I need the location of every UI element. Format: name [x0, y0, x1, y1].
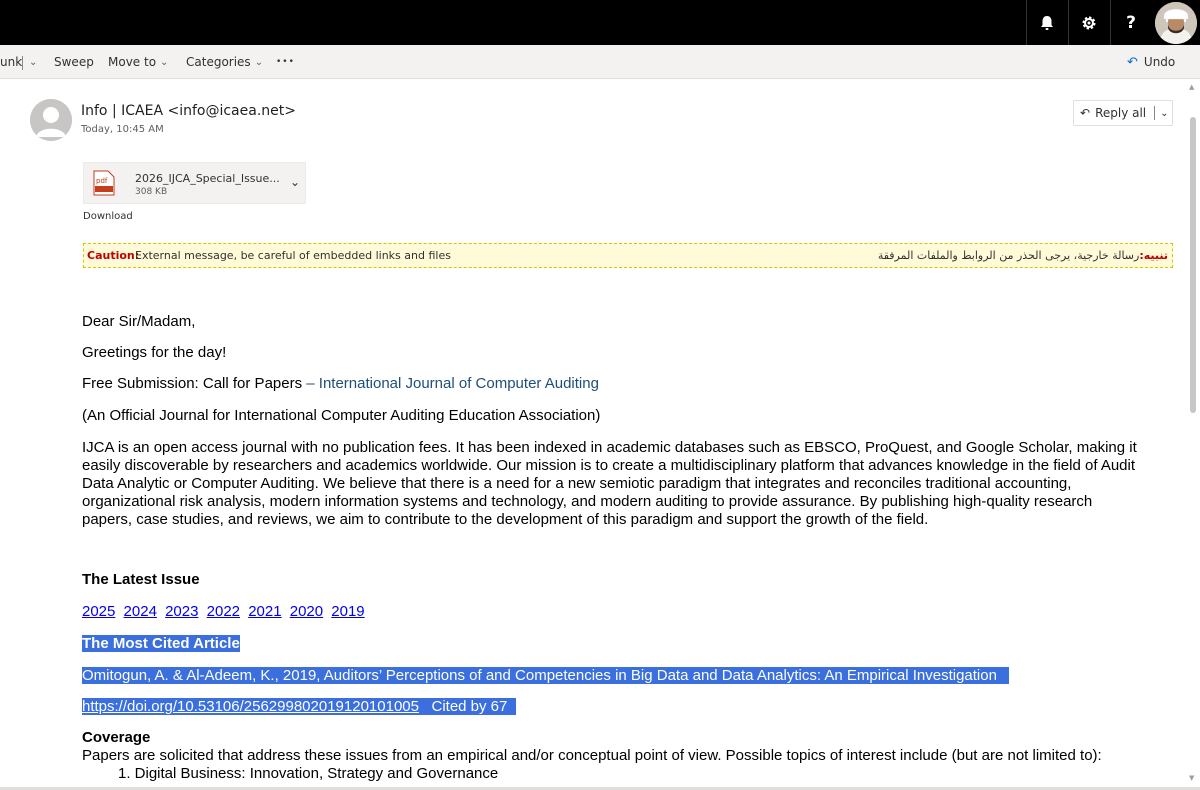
- year-link-2020[interactable]: 2020: [290, 603, 323, 620]
- undo-button[interactable]: ↶ Undo: [1127, 45, 1175, 79]
- intro-line: organizational risk analysis, modern inf…: [82, 493, 1093, 510]
- undo-label: Undo: [1143, 55, 1176, 69]
- caution-text: External message, be careful of embedded…: [135, 249, 451, 262]
- top-header-bar: ?: [0, 0, 1200, 45]
- coverage-heading: Coverage: [82, 729, 151, 746]
- year-link-2019[interactable]: 2019: [331, 603, 364, 620]
- categories-button[interactable]: Categories ⌄: [186, 45, 263, 79]
- reply-all-icon: ↶: [1080, 106, 1091, 120]
- reply-all-button[interactable]: ↶ Reply all ⌄: [1073, 100, 1173, 126]
- gear-icon[interactable]: [1069, 3, 1109, 43]
- official-journal-line: (An Official Journal for International C…: [82, 407, 601, 424]
- scroll-down-icon[interactable]: ▼: [1189, 774, 1194, 782]
- attachment-size: 308 KB: [135, 187, 168, 197]
- most-cited-heading: The Most Cited Article: [82, 635, 240, 652]
- topic-list-item: 1. Digital Business: Innovation, Strateg…: [118, 765, 499, 782]
- message-timestamp: Today, 10:45 AM: [81, 124, 164, 135]
- intro-line: IJCA is an open access journal with no p…: [82, 439, 1137, 456]
- intro-paragraph: IJCA is an open access journal with no p…: [82, 439, 1172, 529]
- chevron-down-icon: ⌄: [254, 56, 264, 68]
- call-for-papers: Free Submission: Call for Papers – Inter…: [82, 375, 599, 392]
- command-bar: unk ⌄ Sweep Move to ⌄ Categories ⌄ ••• ↶…: [0, 45, 1200, 79]
- year-link-2024[interactable]: 2024: [124, 603, 157, 620]
- caution-arabic-body: رسالة خارجية، يرجى الحذر من الروابط والم…: [877, 249, 1140, 262]
- pdf-file-icon: pdf: [93, 170, 115, 196]
- chevron-down-icon[interactable]: ⌄: [1160, 108, 1168, 119]
- profile-avatar[interactable]: [1155, 2, 1197, 44]
- junk-label: unk: [0, 55, 23, 69]
- move-to-label: Move to: [108, 55, 157, 69]
- caution-label-arabic: تنبيه:: [1139, 249, 1168, 262]
- year-link-2022[interactable]: 2022: [207, 603, 240, 620]
- caution-label: Caution:: [87, 249, 140, 262]
- citation-trailing-space: [1001, 667, 1010, 684]
- chevron-down-icon[interactable]: ⌄: [290, 175, 300, 189]
- year-links: 2025 2024 2023 2022 2021 2020 2019: [82, 603, 369, 620]
- reading-pane: Info | ICAEA <info@icaea.net> Today, 10:…: [0, 79, 1186, 790]
- cited-by-count: Cited by 67: [418, 698, 516, 715]
- year-link-2023[interactable]: 2023: [165, 603, 198, 620]
- command-separator: [22, 56, 23, 70]
- caution-text-arabic: تنبيه:رسالة خارجية، يرجى الحذر من الرواب…: [878, 249, 1168, 262]
- attachment-name: 2026_IJCA_Special_Issue...: [135, 172, 280, 185]
- cfp-prefix: Free Submission: Call for Papers: [82, 375, 307, 392]
- download-link[interactable]: Download: [83, 211, 133, 222]
- bell-icon[interactable]: [1027, 3, 1067, 43]
- scroll-up-icon[interactable]: ▲: [1189, 83, 1194, 91]
- chevron-down-icon: ⌄: [29, 56, 38, 68]
- intro-line: papers, case studies, and reviews, we ai…: [82, 511, 929, 528]
- sweep-button[interactable]: Sweep: [54, 45, 94, 79]
- reply-all-label: Reply all: [1095, 106, 1147, 120]
- junk-button[interactable]: unk: [0, 45, 22, 79]
- sender-avatar[interactable]: [30, 99, 72, 141]
- vertical-scrollbar[interactable]: ▲ ▼: [1186, 79, 1200, 790]
- latest-issue-heading: The Latest Issue: [82, 571, 200, 588]
- scrollbar-thumb[interactable]: [1190, 117, 1196, 413]
- intro-line: Data Analytic or Computer Auditing. We b…: [82, 475, 1072, 492]
- sender-name[interactable]: Info | ICAEA <info@icaea.net>: [81, 103, 296, 119]
- move-to-button[interactable]: Move to ⌄: [108, 45, 168, 79]
- more-options-button[interactable]: •••: [276, 45, 295, 79]
- help-icon[interactable]: ?: [1111, 3, 1151, 43]
- salutation: Dear Sir/Madam,: [82, 313, 196, 330]
- year-link-2025[interactable]: 2025: [82, 603, 115, 620]
- caution-banner: Caution: External message, be careful of…: [83, 243, 1173, 268]
- attachment-card[interactable]: pdf 2026_IJCA_Special_Issue... 308 KB ⌄: [83, 162, 306, 204]
- undo-icon: ↶: [1127, 54, 1138, 70]
- junk-dropdown[interactable]: ⌄: [25, 45, 37, 79]
- more-icon: •••: [276, 57, 295, 67]
- intro-line: easily discoverable by researchers and a…: [82, 457, 1136, 474]
- most-cited-heading-text: The Most Cited Article: [82, 635, 240, 652]
- coverage-text: Papers are solicited that address these …: [82, 747, 1102, 764]
- doi-line: https://doi.org/10.53106/256299802019120…: [82, 698, 516, 715]
- chevron-down-icon: ⌄: [160, 56, 169, 68]
- greeting: Greetings for the day!: [82, 344, 227, 361]
- citation-line: Omitogun, A. & Al-Adeem, K., 2019, Audit…: [82, 667, 1010, 684]
- doi-link[interactable]: https://doi.org/10.53106/256299802019120…: [82, 698, 411, 715]
- reply-separator: [1154, 106, 1156, 120]
- journal-link[interactable]: – International Journal of Computer Audi…: [306, 375, 599, 392]
- categories-label: Categories: [186, 55, 251, 69]
- doi-link-end[interactable]: 5: [410, 698, 419, 715]
- year-link-2021[interactable]: 2021: [248, 603, 281, 620]
- sweep-label: Sweep: [54, 55, 94, 69]
- svg-text:pdf: pdf: [96, 177, 108, 185]
- citation-text: Omitogun, A. & Al-Adeem, K., 2019, Audit…: [82, 667, 1002, 684]
